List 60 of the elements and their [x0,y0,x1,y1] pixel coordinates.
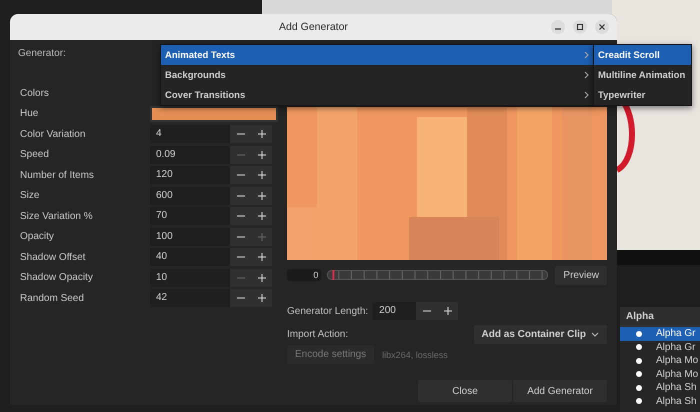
parameter-label: Size Variation % [20,210,94,222]
list-item[interactable]: Alpha Mo [620,354,700,368]
frame-field[interactable]: 0 [287,269,322,281]
list-item[interactable]: Alpha Mo [620,368,700,381]
plus-icon [444,307,452,315]
plus-icon [258,274,266,282]
list-item[interactable]: Alpha Sh [620,394,700,408]
color-swatch[interactable] [150,106,278,122]
minus-button[interactable] [230,166,251,184]
list-header: Alpha [620,307,700,327]
number-field[interactable]: 10 [150,268,230,286]
parameter-label: Number of Items [20,170,95,180]
number-field[interactable]: 70 [150,207,230,225]
number-field[interactable]: 42 [150,289,230,307]
number-field[interactable]: 600 [150,186,230,204]
generator-label: Generator: [18,48,66,59]
parameter-label: Hue [20,108,40,119]
minus-button[interactable] [230,228,251,246]
import-dropdown[interactable]: Add as Container Clip [474,325,607,344]
parameter-label: Opacity [20,231,55,242]
preview-button[interactable]: Preview [555,266,607,284]
number-field[interactable]: 0.09 [150,146,230,164]
minus-button[interactable] [230,186,251,204]
bullet-icon [636,358,642,364]
bullet-icon [636,398,642,404]
list-item[interactable]: Alpha Gr [620,327,700,340]
dialog-button[interactable]: Close [418,380,512,402]
minus-button[interactable] [230,289,251,307]
minus-button[interactable] [230,248,251,266]
plus-icon [258,294,266,302]
bullet-icon [636,330,642,337]
parameter-label: Shadow Opacity [20,272,94,283]
parameter-label: Size [20,190,40,201]
number-field[interactable]: 4 [150,125,230,143]
list-item[interactable]: Alpha Gr [620,340,700,354]
minus-button[interactable] [416,302,438,320]
encode-info: libx264, lossless [382,350,448,360]
chevron-down-icon [591,332,599,337]
timeline-slider[interactable] [327,269,548,281]
parameter-label: Speed [20,149,50,160]
parameter-label: Random Seed [20,292,85,304]
parameter-label: Color Variation [20,128,86,140]
import-label: Import Action: [287,329,348,340]
length-label: Generator Length: [287,306,368,316]
minus-button[interactable] [230,125,251,143]
parameter-label: Colors [20,88,50,98]
number-field[interactable]: 40 [150,248,230,266]
number-field[interactable]: 200 [373,302,416,320]
plus-button[interactable] [251,268,272,286]
plus-button[interactable] [437,302,458,320]
bullet-icon [636,384,642,391]
parameter-label: Shadow Offset [20,252,86,262]
number-field[interactable]: 120 [150,166,230,184]
plus-button[interactable] [251,289,272,307]
bullet-icon [636,371,642,378]
dialog-button[interactable]: Add Generator [513,380,607,402]
list-item[interactable]: Alpha Sh [620,381,700,394]
bullet-icon [636,344,642,350]
number-field[interactable]: 100 [150,228,230,246]
minus-button[interactable] [230,207,251,225]
